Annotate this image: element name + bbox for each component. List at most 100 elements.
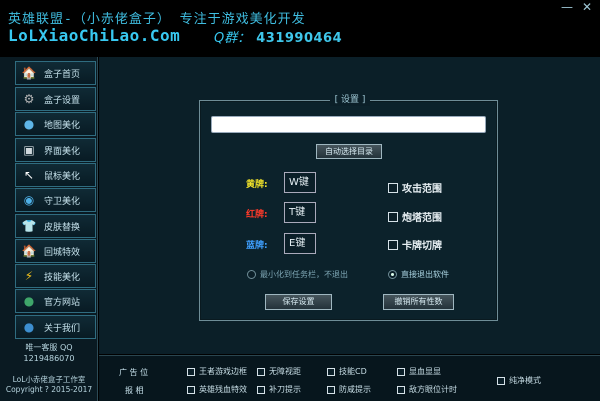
feature-checkbox-4[interactable]: 显血显显 (397, 366, 441, 377)
map-icon: ● (23, 117, 35, 131)
qq-group-label: Q群： (214, 31, 251, 46)
globe-icon: ● (23, 294, 35, 308)
ward-icon: ◉ (23, 193, 35, 207)
sidebar-item-label: 关于我们 (44, 323, 81, 334)
sidebar-item-6[interactable]: ◉ 守卫美化 (15, 188, 96, 212)
checkbox-label: 补刀提示 (269, 385, 301, 394)
close-button[interactable]: ✕ (580, 0, 594, 14)
feature-bar: 广 告 位 报 相 王者游戏边框 无障视距 技能CD 显血显显英雄残血特效 补刀提示 防咸… (99, 355, 600, 401)
checkbox-label: 无障视距 (269, 367, 301, 376)
key-label-3: 蓝牌: (246, 241, 268, 251)
save-settings-button[interactable]: 保存设置 (265, 294, 332, 310)
checkbox-label: 王者游戏边框 (199, 367, 247, 376)
settings-title: [ 设置 ] (330, 95, 370, 106)
checkbox-box[interactable] (397, 385, 405, 394)
sidebar-item-4[interactable]: ▣ 界面美化 (15, 138, 96, 162)
key-input-3[interactable]: E键 (284, 233, 316, 254)
checkbox-box[interactable] (497, 376, 505, 385)
sidebar-item-1[interactable]: 🏠 盒子首页 (15, 61, 96, 85)
lightning-icon: ⚡ (24, 269, 34, 283)
checkbox-label: 英雄残血特效 (199, 385, 247, 394)
feature-checkbox-5[interactable]: 英雄残血特效 (187, 384, 247, 395)
checkbox-label: 防咸提示 (339, 385, 371, 394)
studio-name: LoL小赤佬盒子工作室 (12, 375, 86, 384)
sidebar-item-label: 盒子设置 (44, 95, 81, 106)
checkbox-box[interactable] (257, 385, 265, 394)
sidebar-item-label: 皮肤替换 (44, 222, 81, 233)
copyright: Copyright ? 2015-2017 (5, 385, 93, 394)
sidebar-item-2[interactable]: ⚙ 盒子设置 (15, 87, 96, 111)
checkbox-box[interactable] (388, 211, 398, 222)
checkbox-label: 技能CD (339, 367, 367, 376)
checkbox-box[interactable] (187, 367, 195, 376)
feature-checkbox-6[interactable]: 补刀提示 (257, 384, 301, 395)
minimize-button[interactable]: — (560, 0, 574, 14)
sidebar-item-11[interactable]: ● 关于我们 (15, 315, 96, 339)
feature-checkbox-3[interactable]: 技能CD (327, 366, 367, 377)
checkbox-box[interactable] (257, 367, 265, 376)
option-checkbox-3[interactable]: 卡牌切牌 (388, 237, 442, 252)
qq-group: Q群： 431990464 (214, 27, 342, 46)
app-title: 英雄联盟-（小赤佬盒子） 专注于游戏美化开发 (8, 12, 306, 27)
recall-icon: 🏠 (21, 244, 37, 258)
checkbox-label: 炮塔范围 (402, 213, 442, 224)
settings-panel (199, 100, 498, 321)
checkbox-box[interactable] (327, 367, 335, 376)
sidebar-item-label: 官方网站 (44, 297, 81, 308)
radio-exit-label: 直接退出软件 (401, 270, 449, 279)
checkbox-box[interactable] (388, 182, 398, 193)
feature-checkbox-9[interactable]: 纯净模式 (497, 375, 541, 386)
key-label-2: 红牌: (246, 210, 268, 220)
cancel-all-button[interactable]: 撤销所有性数 (383, 294, 454, 310)
option-checkbox-1[interactable]: 攻击范围 (388, 180, 442, 195)
radio-minimize-circle[interactable] (247, 270, 256, 279)
sidebar-item-label: 盒子首页 (44, 69, 81, 80)
sidebar-item-3[interactable]: ● 地图美化 (15, 112, 96, 136)
checkbox-label: 纯净模式 (509, 376, 541, 385)
sidebar-item-8[interactable]: 🏠 回城特效 (15, 239, 96, 263)
sidebar-item-label: 地图美化 (44, 120, 81, 131)
shirt-icon: 👕 (21, 219, 37, 233)
sidebar-item-7[interactable]: 👕 皮肤替换 (15, 214, 96, 238)
checkbox-label: 敌方眼位计时 (409, 385, 457, 394)
sidebar-item-9[interactable]: ⚡ 技能美化 (15, 264, 96, 288)
radio-exit-circle[interactable] (388, 270, 397, 279)
feature-checkbox-1[interactable]: 王者游戏边框 (187, 366, 247, 377)
key-label-1: 黄牌: (246, 180, 268, 190)
option-checkbox-2[interactable]: 炮塔范围 (388, 209, 442, 224)
site-name[interactable]: LoLXiaoChiLao.Com (8, 26, 180, 45)
window-icon: ▣ (23, 143, 35, 157)
sidebar-item-10[interactable]: ● 官方网站 (15, 289, 96, 313)
checkbox-label: 卡牌切牌 (402, 241, 442, 252)
feature-checkbox-8[interactable]: 敌方眼位计时 (397, 384, 457, 395)
radio-minimize-label: 最小化到任务栏，不退出 (260, 270, 348, 279)
game-path-input[interactable] (211, 116, 486, 133)
radio-minimize[interactable]: 最小化到任务栏，不退出 (247, 269, 348, 280)
feature-checkbox-7[interactable]: 防咸提示 (327, 384, 371, 395)
checkbox-box[interactable] (327, 385, 335, 394)
key-input-2[interactable]: T键 (284, 202, 316, 223)
checkbox-box[interactable] (187, 385, 195, 394)
feature-checkbox-2[interactable]: 无障视距 (257, 366, 301, 377)
checkbox-box[interactable] (388, 239, 398, 250)
info-icon: ● (23, 320, 35, 334)
home-icon: 🏠 (21, 66, 37, 80)
sidebar-item-label: 守卫美化 (44, 196, 81, 207)
ad-slot-label: 广 告 位 (119, 368, 149, 377)
report-label: 报 相 (125, 386, 144, 395)
sidebar-item-5[interactable]: ↖ 鼠标美化 (15, 163, 96, 187)
contact-label: 唯一客服 QQ (25, 343, 73, 352)
sidebar-item-label: 技能美化 (44, 272, 81, 283)
key-input-1[interactable]: W键 (284, 172, 316, 193)
cursor-icon: ↖ (23, 168, 35, 182)
qq-group-number: 431990464 (256, 31, 343, 46)
sidebar-item-label: 回城特效 (44, 247, 81, 258)
checkbox-box[interactable] (397, 367, 405, 376)
auto-select-dir-button[interactable]: 自动选择目录 (316, 144, 382, 159)
title-bar: 英雄联盟-（小赤佬盒子） 专注于游戏美化开发 LoLXiaoChiLao.Com… (0, 0, 600, 57)
gear-icon: ⚙ (23, 92, 35, 106)
radio-exit[interactable]: 直接退出软件 (388, 269, 449, 280)
sidebar: 🏠 盒子首页 ⚙ 盒子设置 ● 地图美化 ▣ 界面美化 ↖ 鼠标美化 ◉ 守卫美化 👕 皮肤替换 🏠 回城特效… (0, 57, 98, 401)
sidebar-item-label: 鼠标美化 (44, 171, 81, 182)
checkbox-label: 显血显显 (409, 367, 441, 376)
